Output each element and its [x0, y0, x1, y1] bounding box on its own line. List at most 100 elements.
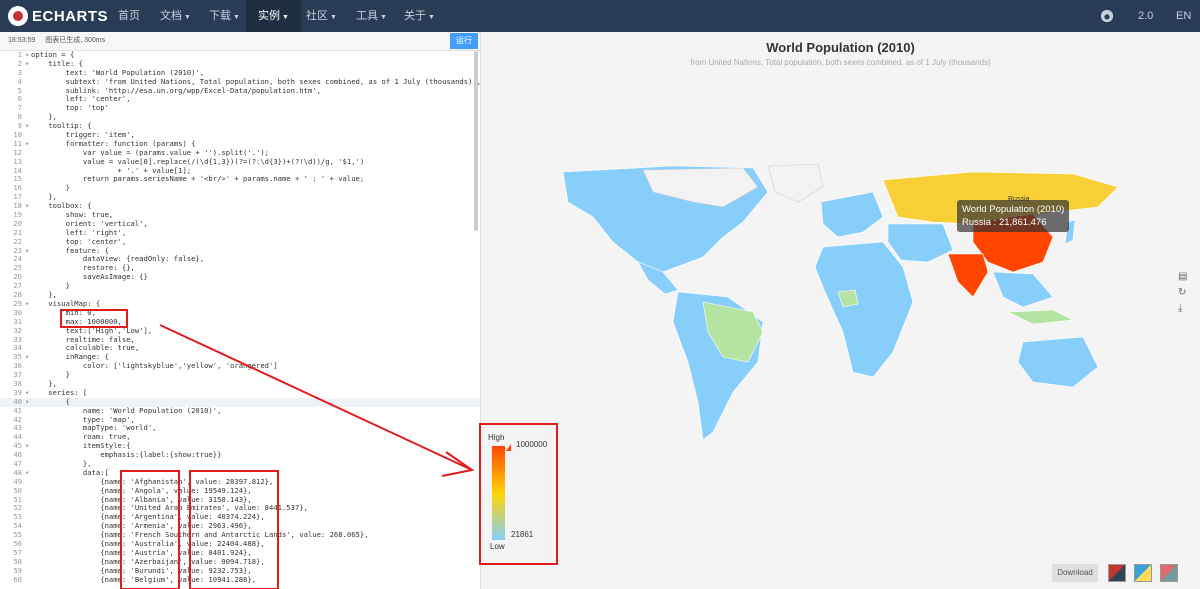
visualmap-high-label: High: [488, 433, 505, 442]
code-text: max: 1000000,: [31, 316, 122, 326]
data-view-icon[interactable]: ▤: [1178, 272, 1188, 282]
line-number: 60: [13, 574, 22, 584]
nav-item-label: 文档: [160, 10, 182, 22]
download-button[interactable]: Download: [1052, 564, 1098, 582]
code-line[interactable]: 60 {name: 'Belgium', value: 10941.288},: [0, 574, 480, 585]
code-text: },: [31, 290, 57, 300]
code-text: },: [31, 458, 92, 468]
echarts-logo[interactable]: ECHARTS: [8, 6, 108, 26]
code-text: top: 'center',: [31, 236, 127, 246]
code-text: emphasis:{label:{show:true}}: [31, 450, 222, 460]
nav-item-2[interactable]: 下载 ▼: [209, 0, 240, 32]
code-text: {name: 'Argentina', value: 40374.224},: [31, 512, 265, 522]
code-line[interactable]: 16 }: [0, 183, 480, 193]
code-text: dataView: {readOnly: false},: [31, 254, 205, 264]
code-text: color: ['lightskyblue','yellow', 'orange…: [31, 361, 278, 371]
code-text: orient: 'vertical',: [31, 218, 148, 228]
code-text: sublink: 'http://esa.un.org/wpp/Excel-Da…: [31, 85, 321, 95]
nav-item-label: 社区: [306, 10, 328, 22]
code-text: {name: 'French Southern and Antarctic La…: [31, 530, 369, 540]
nav-item-5[interactable]: 工具 ▼: [356, 0, 387, 32]
nav-item-0[interactable]: 首页: [118, 0, 140, 32]
chevron-down-icon: ▼: [233, 14, 240, 21]
code-text: {name: 'Albania', value: 3150.143},: [31, 494, 252, 504]
code-text: value = value[0].replace(/(\d{1,3})(?=(?…: [31, 156, 365, 166]
visualmap-color-bar[interactable]: [492, 446, 505, 540]
nav-item-3[interactable]: 实例 ▼: [246, 0, 301, 32]
theme-default-swatch[interactable]: [1108, 564, 1126, 582]
top-navbar: ECHARTS 首页 文档 ▼ 下载 ▼ 实例 ▼ 社区 ▼ 工具 ▼ 关于 ▼ 2.0 EN: [0, 0, 1200, 32]
map-tooltip: World Population (2010) Russia : 21,861.…: [957, 200, 1070, 232]
code-text: return params.seriesName + '<br/>' + par…: [31, 174, 365, 184]
chevron-down-icon: ▼: [380, 14, 387, 21]
code-line[interactable]: 36 color: ['lightskyblue','yellow', 'ora…: [0, 361, 480, 371]
tooltip-value: Russia : 21,861.476: [962, 217, 1047, 228]
run-button[interactable]: 运行: [450, 33, 478, 49]
region-india: [947, 253, 989, 298]
code-line[interactable]: 39 ▾ series: [: [0, 388, 480, 398]
code-text: roam: true,: [31, 432, 131, 442]
visualmap-max-handle[interactable]: [506, 444, 511, 451]
code-text: option = {: [31, 50, 75, 59]
region-middle-east: [887, 223, 954, 263]
tooltip-title: World Population (2010): [962, 204, 1065, 215]
version-link[interactable]: 2.0: [1138, 0, 1153, 32]
code-text: }: [31, 281, 70, 291]
chart-subtitle[interactable]: from United Nations, Total population, b…: [481, 58, 1200, 67]
code-text: inRange: {: [31, 352, 109, 362]
chevron-down-icon: ▼: [428, 14, 435, 21]
nav-item-4[interactable]: 社区 ▼: [306, 0, 337, 32]
theme-dark-swatch[interactable]: [1160, 564, 1178, 582]
code-text: tooltip: {: [31, 121, 92, 131]
nav-item-6[interactable]: 关于 ▼: [404, 0, 435, 32]
status-message: 图表已生成, 300ms: [45, 37, 106, 44]
code-text: {: [31, 396, 70, 406]
code-area[interactable]: 1 ▾ option = {2 ▾ title: {3 text: 'World Po…: [0, 50, 481, 589]
code-text: name: 'World Population (2010)',: [31, 405, 222, 415]
code-text: calculable: true,: [31, 343, 140, 353]
region-australia: [1017, 336, 1099, 388]
region-africa: [814, 241, 914, 378]
code-editor[interactable]: 18:53:59 图表已生成, 300ms 运行 1 ▾ option = {2 ▾ …: [0, 32, 481, 589]
echarts-logo-icon: [8, 6, 28, 26]
restore-icon[interactable]: ↻: [1178, 288, 1188, 298]
code-text: formatter: function (params) {: [31, 138, 196, 148]
code-text: + '.' + value[1];: [31, 165, 192, 175]
code-text: restore: {},: [31, 263, 135, 273]
code-text: type: 'map',: [31, 414, 135, 424]
code-text: {name: 'Australia', value: 22404.488},: [31, 538, 265, 548]
nav-item-label: 首页: [118, 10, 140, 22]
language-link[interactable]: EN: [1176, 0, 1191, 32]
code-text: {name: 'Armenia', value: 2963.496},: [31, 521, 252, 531]
nav-item-label: 关于: [404, 10, 426, 22]
visualmap-low-label: Low: [490, 542, 505, 551]
code-line[interactable]: 27 }: [0, 281, 480, 291]
code-text: subtext: 'from United Nations, Total pop…: [31, 76, 481, 86]
theme-light-swatch[interactable]: [1134, 564, 1152, 582]
code-text: saveAsImage: {}: [31, 272, 148, 282]
nav-item-1[interactable]: 文档 ▼: [160, 0, 191, 32]
code-text: {name: 'Angola', value: 19549.124},: [31, 485, 252, 495]
code-text: },: [31, 192, 57, 202]
chevron-down-icon: ▼: [282, 14, 289, 21]
github-icon[interactable]: [1100, 0, 1114, 32]
code-text: text: 'World Population (2010)',: [31, 67, 205, 77]
region-southeast-asia: [992, 271, 1054, 308]
editor-scrollbar[interactable]: [474, 51, 478, 231]
code-text: visualMap: {: [31, 298, 101, 308]
visualmap-min-value: 21861: [511, 530, 534, 539]
code-text: {name: 'Azerbaijan', value: 9094.718},: [31, 556, 265, 566]
code-line[interactable]: 26 saveAsImage: {}: [0, 272, 480, 282]
save-as-image-icon[interactable]: ⤓: [1178, 304, 1188, 314]
code-text: data:[: [31, 467, 109, 477]
code-line[interactable]: 37 }: [0, 370, 480, 380]
code-text: show: true,: [31, 210, 114, 220]
code-text: itemStyle:{: [31, 441, 131, 451]
nav-item-label: 工具: [356, 10, 378, 22]
region-indonesia: [1007, 309, 1075, 325]
code-text: toolbox: {: [31, 201, 92, 211]
code-text: left: 'center',: [31, 94, 131, 104]
code-line[interactable]: 7 top: 'top': [0, 103, 480, 113]
chart-preview: World Population (2010) from United Nati…: [481, 32, 1200, 589]
code-line[interactable]: 15 return params.seriesName + '<br/>' + …: [0, 175, 480, 184]
